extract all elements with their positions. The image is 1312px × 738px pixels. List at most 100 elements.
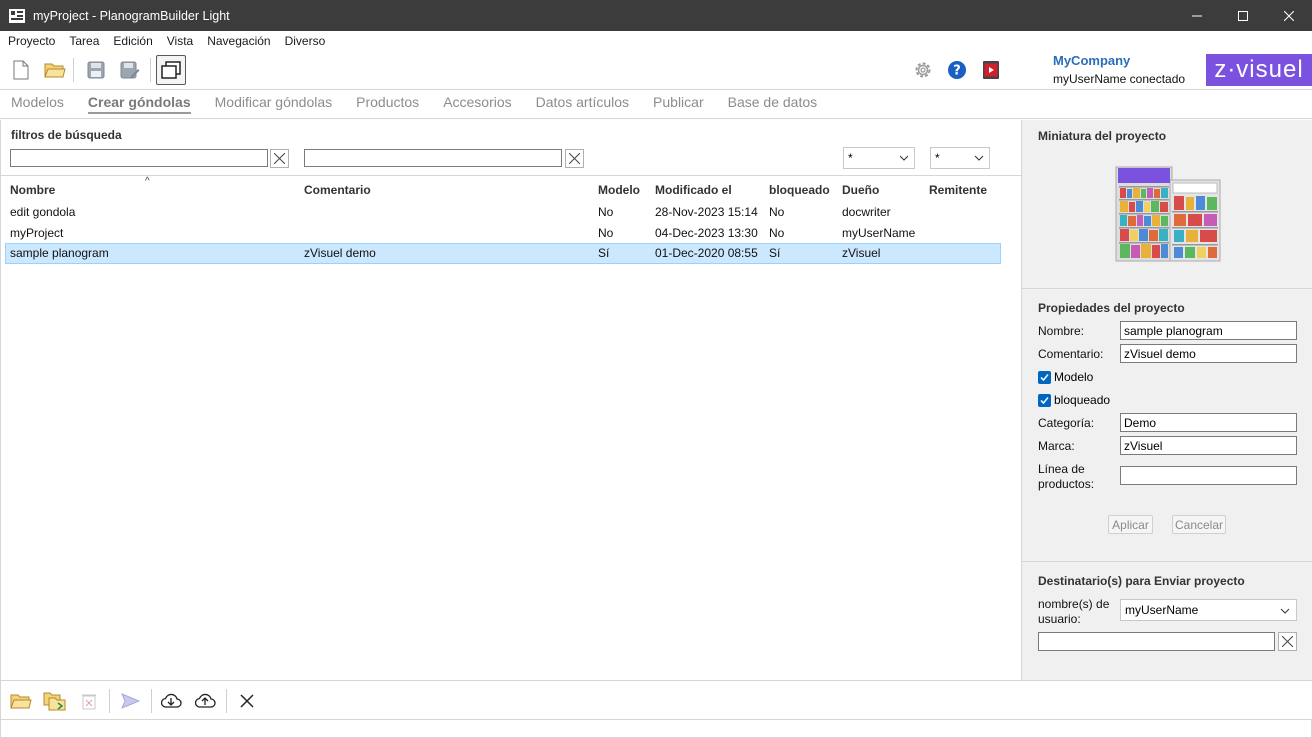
minimize-button[interactable]	[1174, 0, 1220, 31]
column-header-remitente[interactable]: Remitente	[929, 183, 987, 197]
save-icon	[87, 61, 105, 79]
nombre-field[interactable]	[1120, 321, 1297, 340]
filters-title: filtros de búsqueda	[11, 128, 122, 142]
modelo-filter-select[interactable]: *	[843, 147, 915, 169]
column-header-bloqueado[interactable]: bloqueado	[769, 183, 830, 197]
delete-button[interactable]	[76, 688, 102, 714]
recipient-input[interactable]	[1038, 632, 1275, 651]
tab-datos-articulos[interactable]: Datos artículos	[536, 94, 629, 114]
open-button[interactable]	[8, 688, 34, 714]
trash-icon	[82, 694, 96, 710]
user-status: myUserName conectado	[1053, 72, 1186, 86]
video-tutorial-button[interactable]	[976, 55, 1006, 85]
modelo-checkbox[interactable]: Modelo	[1038, 370, 1093, 384]
open-copy-button[interactable]	[42, 688, 68, 714]
menu-navegacion[interactable]: Navegación	[207, 34, 270, 48]
table-row[interactable]: edit gondola No 28-Nov-2023 15:14 No doc…	[5, 202, 1001, 223]
zvisuel-logo: z·visuel	[1206, 54, 1312, 86]
menu-proyecto[interactable]: Proyecto	[8, 34, 55, 48]
cell-nombre: myProject	[10, 226, 64, 240]
cancel-button[interactable]: Cancelar	[1172, 515, 1226, 534]
cell-dueno: zVisuel	[842, 246, 881, 260]
help-button[interactable]: ?	[942, 55, 972, 85]
maximize-button[interactable]	[1220, 0, 1266, 31]
cloud-upload-button[interactable]	[192, 688, 218, 714]
settings-button[interactable]	[908, 55, 938, 85]
marca-label: Marca:	[1038, 439, 1075, 453]
clear-comment-filter-button[interactable]	[565, 149, 584, 168]
user-select[interactable]: myUserName	[1120, 599, 1297, 621]
menu-vista[interactable]: Vista	[167, 34, 193, 48]
comment-filter-input[interactable]	[304, 149, 562, 167]
cell-modificado: 04-Dec-2023 13:30	[655, 226, 758, 240]
tab-base-de-datos[interactable]: Base de datos	[728, 94, 818, 114]
bloqueado-filter-value: *	[935, 151, 940, 165]
cell-comentario: zVisuel demo	[304, 246, 376, 260]
bloqueado-checkbox[interactable]: bloqueado	[1038, 393, 1110, 407]
new-project-button[interactable]	[6, 55, 36, 85]
status-bar	[0, 719, 1312, 738]
column-header-nombre[interactable]: Nombre	[10, 183, 55, 197]
cell-modificado: 01-Dec-2020 08:55	[655, 246, 758, 260]
cell-modificado: 28-Nov-2023 15:14	[655, 205, 758, 219]
project-list-pane: filtros de búsqueda * * ^ Nombre Comenta…	[0, 120, 1021, 680]
bottom-toolbar	[0, 680, 1312, 719]
column-header-dueno[interactable]: Dueño	[842, 183, 879, 197]
clear-icon	[569, 153, 580, 164]
project-browser-button[interactable]	[156, 55, 186, 85]
modelo-checkbox-label: Modelo	[1054, 370, 1094, 384]
maximize-icon	[1238, 10, 1248, 21]
tab-accesorios[interactable]: Accesorios	[443, 94, 511, 114]
menu-diverso[interactable]: Diverso	[285, 34, 326, 48]
apply-button[interactable]: Aplicar	[1108, 515, 1153, 534]
tab-publicar[interactable]: Publicar	[653, 94, 704, 114]
clear-name-filter-button[interactable]	[270, 149, 289, 168]
cell-bloqueado: Sí	[769, 246, 781, 260]
close-project-button[interactable]	[234, 688, 260, 714]
send-button[interactable]	[117, 688, 143, 714]
chevron-down-icon	[1280, 608, 1290, 614]
cell-modelo: No	[598, 226, 614, 240]
clear-recipient-button[interactable]	[1278, 632, 1297, 651]
title-bar: myProject - PlanogramBuilder Light	[0, 0, 1312, 31]
cloud-download-button[interactable]	[158, 688, 184, 714]
menu-tarea[interactable]: Tarea	[69, 34, 99, 48]
menu-edicion[interactable]: Edición	[113, 34, 152, 48]
close-window-button[interactable]	[1266, 0, 1312, 31]
categoria-field[interactable]	[1120, 413, 1297, 432]
cell-nombre: sample planogram	[10, 246, 109, 260]
column-header-comentario[interactable]: Comentario	[304, 183, 371, 197]
menu-bar: Proyecto Tarea Edición Vista Navegación …	[0, 31, 1312, 51]
tab-productos[interactable]: Productos	[356, 94, 419, 114]
open-folder-icon	[10, 694, 32, 709]
column-header-modificado[interactable]: Modificado el	[655, 183, 732, 197]
save-button[interactable]	[81, 55, 111, 85]
app-icon	[9, 8, 25, 23]
close-icon	[240, 694, 254, 708]
open-folder-icon	[44, 63, 66, 78]
table-row-selected[interactable]: sample planogram zVisuel demo Sí 01-Dec-…	[5, 243, 1001, 264]
save-as-button[interactable]	[115, 55, 145, 85]
checkbox-checked-icon	[1038, 370, 1051, 384]
column-header-modelo[interactable]: Modelo	[598, 183, 640, 197]
recipients-title: Destinatario(s) para Enviar proyecto	[1038, 574, 1245, 588]
comentario-field[interactable]	[1120, 344, 1297, 363]
minimize-icon	[1192, 15, 1202, 16]
save-as-icon	[120, 61, 140, 79]
windows-icon	[161, 61, 181, 79]
cell-dueno: myUserName	[842, 226, 916, 240]
tab-modelos[interactable]: Modelos	[11, 94, 64, 114]
open-project-button[interactable]	[40, 55, 70, 85]
linea-label-line2: productos:	[1038, 477, 1095, 491]
tab-modificar-gondolas[interactable]: Modificar góndolas	[215, 94, 333, 114]
tab-crear-gondolas[interactable]: Crear góndolas	[87, 94, 191, 114]
modelo-filter-value: *	[848, 151, 853, 165]
table-row[interactable]: myProject No 04-Dec-2023 13:30 No myUser…	[5, 223, 1001, 244]
module-tabs: Modelos Crear góndolas Modificar góndola…	[0, 90, 1312, 119]
linea-productos-field[interactable]	[1120, 466, 1297, 485]
video-icon	[983, 61, 999, 79]
marca-field[interactable]	[1120, 436, 1297, 455]
bloqueado-filter-select[interactable]: *	[930, 147, 990, 169]
name-filter-input[interactable]	[10, 149, 268, 167]
chevron-down-icon	[899, 155, 909, 161]
